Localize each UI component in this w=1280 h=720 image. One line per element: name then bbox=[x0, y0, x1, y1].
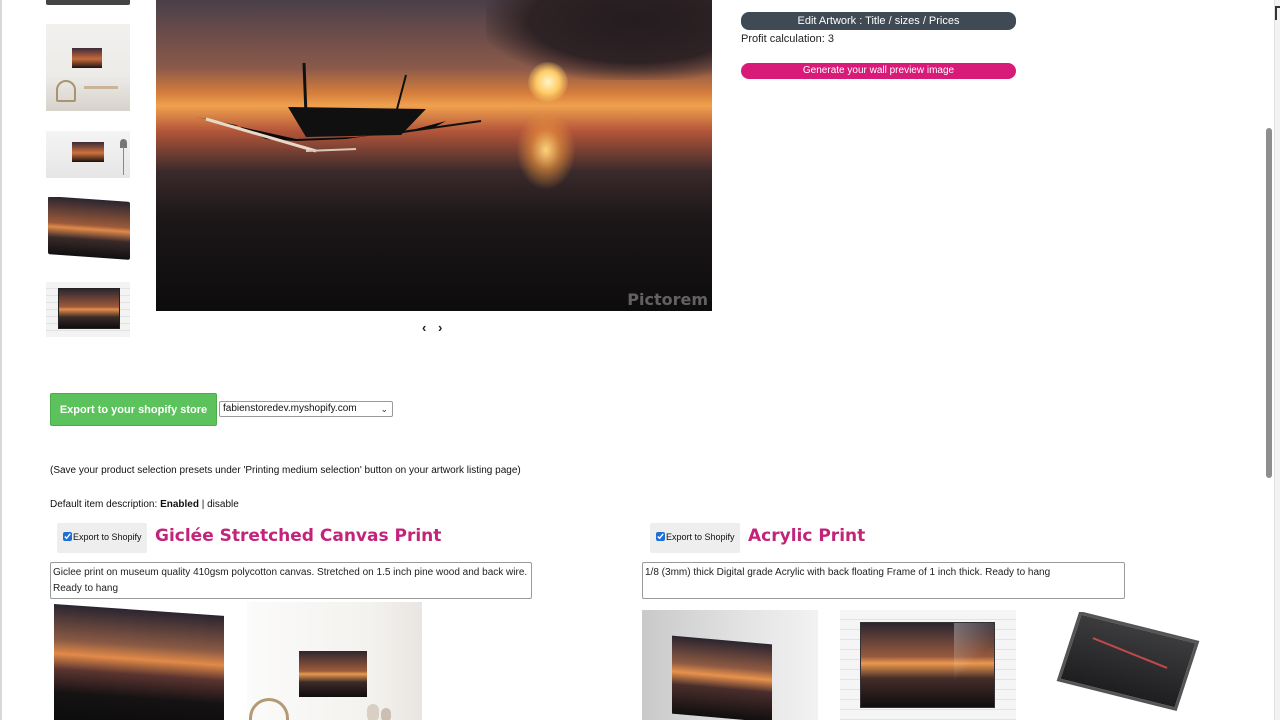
generate-wall-preview-button[interactable]: Generate your wall preview image bbox=[741, 63, 1016, 79]
export-checkbox[interactable] bbox=[63, 532, 72, 541]
chevron-down-icon: ⌄ bbox=[380, 404, 388, 414]
export-checkbox[interactable] bbox=[656, 532, 665, 541]
frame-plate bbox=[1056, 612, 1200, 711]
sun bbox=[528, 62, 568, 102]
boat-silhouette bbox=[196, 62, 482, 153]
thumbnail-wall-lamp[interactable] bbox=[46, 131, 130, 178]
window-corner-icon bbox=[1275, 6, 1280, 20]
sun-reflection bbox=[516, 110, 576, 190]
vase-shape bbox=[367, 704, 379, 720]
profit-calculation: Profit calculation: 3 bbox=[741, 33, 834, 45]
thumbnail-angled-print[interactable] bbox=[46, 197, 130, 260]
disable-link[interactable]: disable bbox=[207, 499, 239, 510]
table-shape bbox=[84, 86, 118, 104]
main-artwork-image: Pictorem bbox=[156, 0, 712, 311]
acrylic-frame-back bbox=[1050, 612, 1200, 720]
export-to-shopify-button[interactable]: Export to your shopify store bbox=[50, 393, 217, 426]
export-checkbox-label: Export to Shopify bbox=[73, 532, 142, 542]
export-checkbox-label: Export to Shopify bbox=[666, 532, 735, 542]
export-checkbox-wrapper[interactable]: Export to Shopify bbox=[57, 523, 147, 553]
store-select-value: fabienstoredev.myshopify.com bbox=[223, 403, 357, 414]
window-left-edge bbox=[0, 0, 2, 720]
thumbnail-artwork bbox=[72, 142, 104, 162]
export-checkbox-wrapper[interactable]: Export to Shopify bbox=[650, 523, 740, 553]
chair-shape bbox=[249, 698, 289, 720]
canvas-artwork bbox=[299, 651, 367, 697]
vase-shape bbox=[381, 708, 391, 720]
thumbnail-artwork bbox=[58, 288, 120, 329]
acrylic-artwork bbox=[672, 635, 772, 720]
product-title: Acrylic Print bbox=[748, 526, 866, 546]
chair-shape bbox=[56, 80, 76, 102]
pictorem-watermark: Pictorem bbox=[627, 290, 708, 309]
canvas-preview-room bbox=[247, 602, 422, 720]
thumbnail-partial[interactable] bbox=[46, 0, 130, 5]
product-description-textarea[interactable]: Giclee print on museum quality 410gsm po… bbox=[50, 562, 532, 599]
canvas-preview-angled bbox=[52, 602, 225, 720]
edit-artwork-button[interactable]: Edit Artwork : Title / sizes / Prices bbox=[741, 12, 1016, 30]
lamp-pole bbox=[123, 147, 124, 175]
separator: | bbox=[198, 499, 208, 510]
thumbnail-room-scene[interactable] bbox=[46, 24, 130, 111]
acrylic-preview-brick bbox=[840, 610, 1016, 720]
canvas-artwork bbox=[54, 604, 224, 720]
store-select[interactable]: fabienstoredev.myshopify.com ⌄ bbox=[219, 401, 393, 417]
product-description-textarea[interactable]: 1/8 (3mm) thick Digital grade Acrylic wi… bbox=[642, 562, 1125, 599]
scrollbar-thumb[interactable] bbox=[1266, 128, 1272, 478]
product-title: Giclée Stretched Canvas Print bbox=[155, 526, 442, 546]
default-description-row: Default item description: Enabled | disa… bbox=[50, 499, 239, 510]
default-description-status: Enabled bbox=[160, 499, 199, 510]
acrylic-artwork bbox=[860, 622, 995, 708]
gallery-nav-arrows[interactable]: ‹ › bbox=[422, 320, 446, 335]
dark-cloud bbox=[486, 0, 712, 80]
default-description-label: Default item description: bbox=[50, 499, 161, 510]
scrollbar-track[interactable] bbox=[1274, 0, 1280, 720]
presets-note: (Save your product selection presets und… bbox=[50, 465, 521, 476]
acrylic-preview-wall bbox=[642, 610, 818, 720]
thumbnail-artwork bbox=[48, 197, 130, 260]
thumbnail-brick-wall[interactable] bbox=[46, 282, 130, 337]
thumbnail-artwork bbox=[72, 48, 102, 68]
